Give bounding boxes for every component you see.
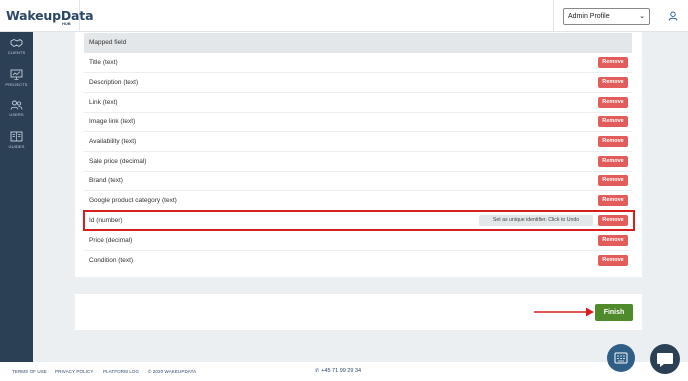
field-label: Sale price (decimal) [89,158,147,165]
remove-button[interactable]: Remove [598,195,628,206]
remove-button[interactable]: Remove [598,116,628,127]
book-icon [10,131,23,142]
table-row: Price (decimal) Remove [84,231,632,251]
arrow-right-icon [534,307,594,317]
field-label: Brand (text) [89,177,123,184]
footer-link-privacy[interactable]: PRIVACY POLICY [55,369,94,374]
table-row: Description (text) Remove [84,73,632,93]
profile-select-value: Admin Profile [568,13,610,20]
finish-button[interactable]: Finish [595,304,633,321]
remove-button[interactable]: Remove [598,136,628,147]
footer: TERMS OF USE PRIVACY POLICY PLATFORM LOG… [0,362,688,381]
field-label: Google product category (text) [89,197,177,204]
field-label: Image link (text) [89,118,136,125]
logo-subtext: HUB [62,21,71,26]
table-row: Availability (text) Remove [84,132,632,152]
knowledge-base-button[interactable] [607,344,635,372]
table-row: Condition (text) Remove [84,251,632,271]
sidebar-item-clients[interactable]: CLIENTS [0,38,33,66]
remove-button[interactable]: Remove [598,255,628,266]
chat-bubble-icon [657,353,673,367]
table-row: Sale price (decimal) Remove [84,152,632,172]
sidebar-item-guides[interactable]: GUIDES [0,131,33,159]
table-row: Brand (text) Remove [84,171,632,191]
sidebar-item-label: USERS [9,112,24,117]
sidebar: CLIENTS PROJECTS USERS GUIDES [0,32,33,362]
table-header: Mapped field [84,33,632,53]
field-label: Title (text) [89,59,118,66]
user-account-icon[interactable] [668,11,678,21]
table-row: Google product category (text) Remove [84,191,632,211]
chevron-down-icon: ⌄ [639,13,645,20]
field-label: Description (text) [89,79,139,86]
remove-button[interactable]: Remove [598,57,628,68]
highlight-annotation [83,210,635,231]
sidebar-item-projects[interactable]: PROJECTS [0,69,33,97]
field-label: Price (decimal) [89,237,133,244]
table-row: Image link (text) Remove [84,112,632,132]
presentation-icon [10,69,23,80]
sidebar-item-users[interactable]: USERS [0,100,33,128]
logo-text: WakeupData [6,8,94,23]
chat-button[interactable] [650,344,680,374]
remove-button[interactable]: Remove [598,97,628,108]
table-row: Title (text) Remove [84,53,632,73]
footer-link-terms[interactable]: TERMS OF USE [12,369,47,374]
field-label: Condition (text) [89,257,134,264]
remove-button[interactable]: Remove [598,235,628,246]
sidebar-item-label: PROJECTS [5,82,28,87]
footer-copyright: © 2020 WAKEUPDATA [148,369,197,374]
footer-phone[interactable]: ✆ +45 71 99 29 34 [315,368,361,374]
field-label: Link (text) [89,99,118,106]
footer-link-platform-log[interactable]: PLATFORM LOG [103,369,139,374]
users-icon [10,100,23,110]
handshake-icon [10,38,23,48]
keyboard-icon [614,352,628,364]
field-label: Availability (text) [89,138,137,145]
phone-number: +45 71 99 29 34 [321,368,362,374]
remove-button[interactable]: Remove [598,156,628,167]
remove-button[interactable]: Remove [598,77,628,88]
phone-icon: ✆ [315,368,320,374]
sidebar-item-label: GUIDES [8,144,25,149]
logo[interactable]: WakeupData HUB [0,0,94,32]
remove-button[interactable]: Remove [598,175,628,186]
profile-select[interactable]: Admin Profile ⌄ [563,8,650,25]
sidebar-item-label: CLIENTS [7,50,26,55]
table-row: Link (text) Remove [84,93,632,113]
